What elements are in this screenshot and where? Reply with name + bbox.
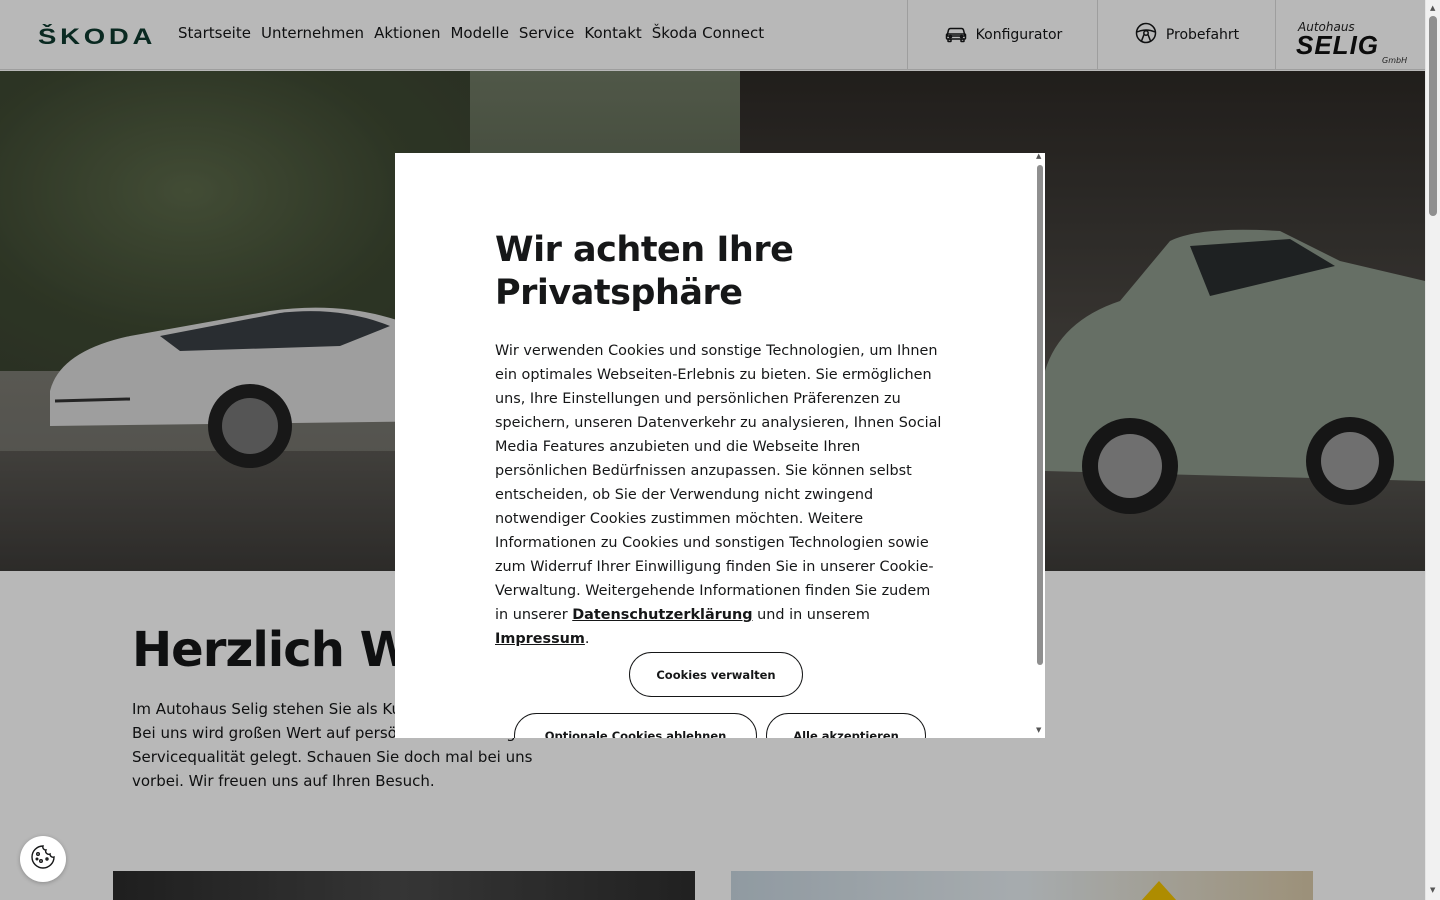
page-scrollbar-thumb[interactable] — [1429, 16, 1437, 216]
cookie-consent-modal: Wir achten Ihre Privatsphäre Wir verwend… — [395, 153, 1045, 738]
accept-all-cookies-button[interactable]: Alle akzeptieren — [766, 713, 926, 738]
modal-scroll-down-icon[interactable]: ▼ — [1036, 726, 1041, 734]
manage-cookies-button[interactable]: Cookies verwalten — [629, 652, 803, 697]
modal-text: Wir verwenden Cookies und sonstige Techn… — [495, 343, 942, 647]
scroll-down-arrow-icon[interactable]: ▼ — [1430, 886, 1435, 894]
cookie-settings-button[interactable] — [20, 836, 66, 882]
imprint-link[interactable]: Impressum — [495, 631, 585, 647]
modal-title: Wir achten Ihre Privatsphäre — [495, 230, 794, 313]
cookie-icon — [29, 843, 57, 875]
privacy-policy-link[interactable]: Datenschutzerklärung — [572, 607, 752, 623]
page-scrollbar[interactable]: ▲ ▼ — [1425, 0, 1440, 900]
modal-scrollbar-thumb[interactable] — [1037, 165, 1043, 665]
modal-scroll-up-icon[interactable]: ▲ — [1036, 153, 1041, 160]
modal-scrollbar[interactable]: ▲ ▼ — [1035, 153, 1045, 738]
scroll-up-arrow-icon[interactable]: ▲ — [1430, 4, 1435, 12]
reject-optional-cookies-button[interactable]: Optionale Cookies ablehnen — [514, 713, 757, 738]
